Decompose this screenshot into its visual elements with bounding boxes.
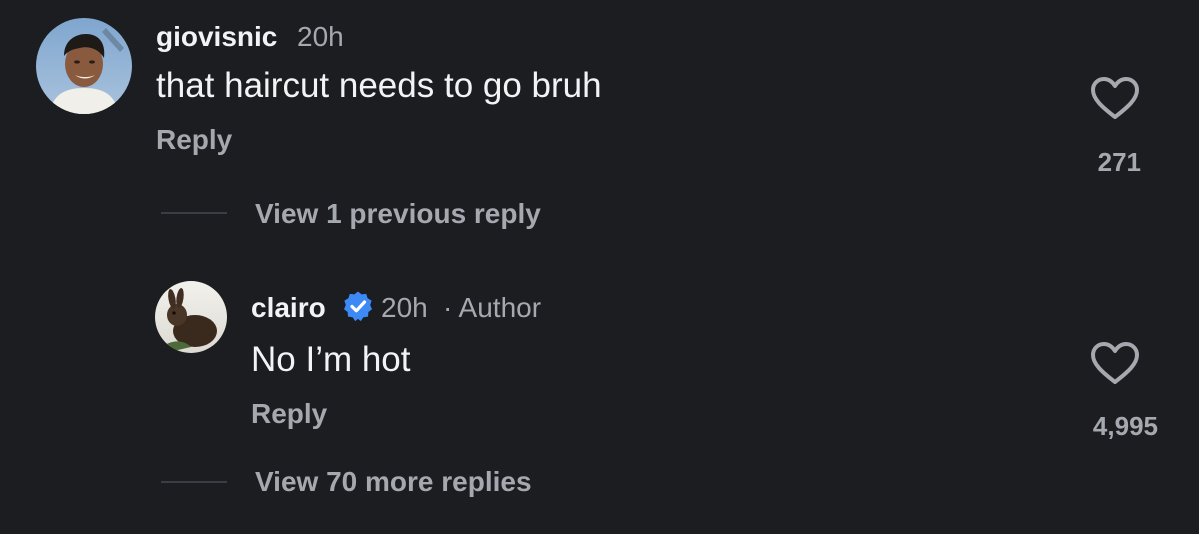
- view-more-replies-button[interactable]: View 70 more replies: [255, 468, 532, 496]
- author-tag: · Author: [443, 292, 542, 323]
- reply-button[interactable]: Reply: [251, 400, 327, 428]
- comment-text: that haircut needs to go bruh: [156, 66, 602, 105]
- heart-outline-icon[interactable]: [1090, 76, 1140, 125]
- comment-text: No I’m hot: [251, 340, 411, 379]
- reply-button[interactable]: Reply: [156, 126, 232, 154]
- comment-timestamp: 20h: [297, 21, 344, 52]
- heart-outline-icon[interactable]: [1090, 341, 1140, 390]
- like-count: 271: [1097, 147, 1141, 177]
- comment-timestamp: 20h: [381, 292, 428, 323]
- verified-badge-icon: [342, 290, 374, 327]
- avatar-giovisnic[interactable]: [36, 18, 132, 114]
- comment-username[interactable]: giovisnic: [156, 23, 277, 51]
- avatar-clairo[interactable]: [155, 281, 227, 353]
- comment-username[interactable]: clairo: [251, 294, 326, 322]
- like-count: 4,995: [1092, 411, 1158, 441]
- thread-divider: [161, 481, 227, 483]
- view-previous-reply-button[interactable]: View 1 previous reply: [255, 200, 541, 228]
- thread-divider: [161, 212, 227, 214]
